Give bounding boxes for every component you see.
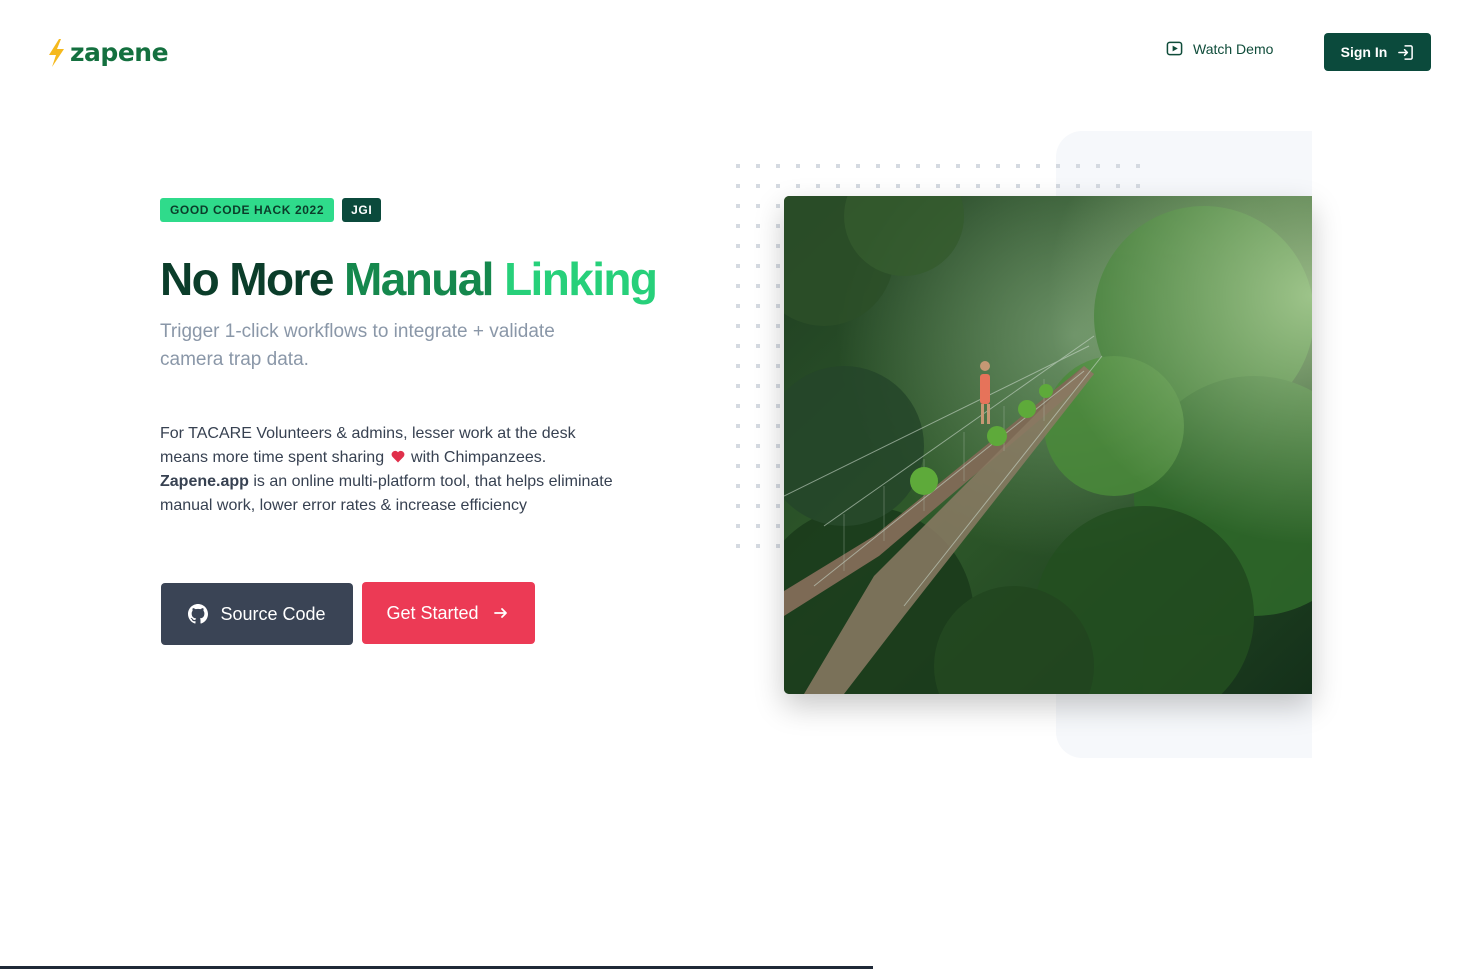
- arrow-right-icon: [493, 608, 507, 618]
- brand-logo[interactable]: zapene: [46, 38, 169, 67]
- hero-title-part2: Manual: [344, 253, 494, 305]
- watch-demo-label: Watch Demo: [1193, 40, 1274, 57]
- desc-brand: Zapene.app: [160, 473, 249, 490]
- brand-name: zapene: [70, 38, 169, 67]
- badge-group: GOOD CODE HACK 2022 JGI: [160, 198, 382, 222]
- source-code-button[interactable]: Source Code: [161, 583, 353, 645]
- hero-title-part1: No More: [160, 253, 334, 305]
- hero-subtitle: Trigger 1-click workflows to integrate +…: [160, 321, 555, 370]
- sign-in-icon: [1398, 44, 1414, 60]
- watch-demo-link[interactable]: Watch Demo: [1166, 40, 1273, 57]
- hero-title: No More Manual Linking: [160, 252, 658, 306]
- hero-image-rainforest-bridge: [784, 196, 1312, 694]
- source-code-label: Source Code: [220, 603, 326, 624]
- heart-icon: [391, 450, 404, 463]
- get-started-label: Get Started: [386, 602, 479, 623]
- get-started-button[interactable]: Get Started: [362, 582, 535, 644]
- desc-line2: with Chimpanzees.: [411, 449, 547, 466]
- play-video-icon: [1166, 41, 1183, 56]
- hero-description: For TACARE Volunteers & admins, lesser w…: [160, 422, 620, 518]
- hero-title-part3: Linking: [504, 253, 658, 305]
- sign-in-label: Sign In: [1340, 44, 1388, 60]
- github-icon: [188, 604, 209, 624]
- sign-in-button[interactable]: Sign In: [1324, 33, 1431, 71]
- lightning-bolt-icon: [49, 38, 64, 67]
- jgi-badge: JGI: [342, 198, 382, 222]
- hackathon-badge: GOOD CODE HACK 2022: [160, 198, 335, 222]
